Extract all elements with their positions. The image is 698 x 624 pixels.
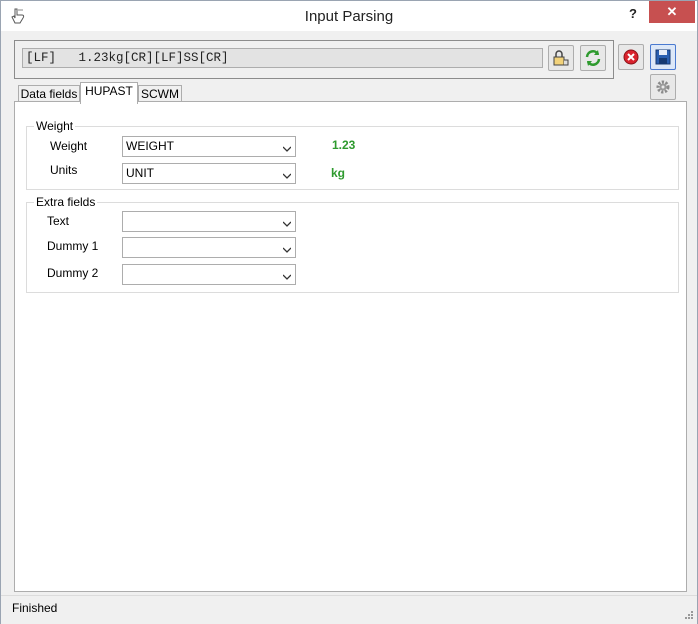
units-label: Units [50,163,78,177]
lock-button[interactable] [548,45,574,71]
chevron-down-icon [282,243,292,253]
tab-hupast[interactable]: HUPAST [80,82,138,104]
status-bar: Finished [1,595,697,624]
save-icon [651,49,675,72]
close-button[interactable]: ✕ [649,1,695,23]
window-title: Input Parsing [304,8,394,25]
refresh-icon [581,50,605,73]
resize-grip-icon[interactable] [683,610,693,620]
dummy-2-label: Dummy 2 [47,266,99,280]
units-value: kg [331,166,346,180]
units-select[interactable]: UNIT [122,163,296,184]
weight-group-legend: Weight [34,119,76,133]
cancel-button[interactable] [618,44,644,70]
lock-icon [549,50,573,73]
save-button[interactable] [650,44,676,70]
chevron-down-icon [282,169,292,179]
status-text: Finished [12,601,58,615]
dummy-1-select[interactable] [122,237,296,258]
weight-label: Weight [50,139,88,153]
weight-select-value: WEIGHT [126,139,174,153]
text-label: Text [47,214,70,228]
help-button[interactable]: ? [623,4,643,24]
weight-group: Weight Weight WEIGHT 1.23 Units UNIT kg [26,119,679,190]
chevron-down-icon [282,142,292,152]
hupast-tab-panel: Weight Weight WEIGHT 1.23 Units UNIT kg … [14,101,687,592]
title-bar: Input Parsing ? ✕ [1,1,697,31]
extra-fields-legend: Extra fields [34,195,98,209]
dummy-2-select[interactable] [122,264,296,285]
chevron-down-icon [282,217,292,227]
raw-input-field[interactable]: [LF] 1.23kg[CR][LF]SS[CR] [22,48,543,68]
extra-fields-group: Extra fields Text Dummy 1 Dummy 2 [26,195,679,293]
raw-input-panel: [LF] 1.23kg[CR][LF]SS[CR] [14,40,614,79]
input-parsing-window: Input Parsing ? ✕ [LF] 1.23kg[CR][LF]SS[… [0,0,698,624]
cancel-icon [619,49,643,72]
weight-select[interactable]: WEIGHT [122,136,296,157]
weight-value: 1.23 [332,138,356,152]
text-select[interactable] [122,211,296,232]
refresh-button[interactable] [580,45,606,71]
settings-button[interactable] [650,74,676,100]
dummy-1-label: Dummy 1 [47,239,99,253]
chevron-down-icon [282,270,292,280]
units-select-value: UNIT [126,166,154,180]
gear-icon [651,80,675,102]
